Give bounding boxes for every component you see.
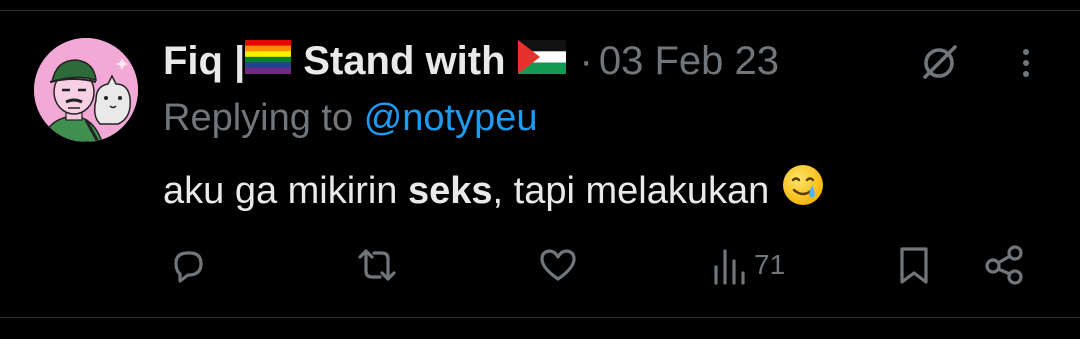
replying-to-handle[interactable]: @notypeu: [364, 97, 538, 139]
grok-icon[interactable]: [918, 42, 960, 84]
share-button[interactable]: [983, 240, 1027, 290]
top-divider: [0, 10, 1080, 11]
reply-icon: [166, 243, 210, 287]
more-vertical-icon[interactable]: [1010, 44, 1042, 82]
action-bar: 71: [0, 240, 1080, 290]
retweet-icon: [352, 243, 402, 287]
smiling-face-with-tear-emoji: [781, 163, 825, 219]
tweet-text-bold: seks: [407, 170, 493, 212]
bookmark-button[interactable]: [894, 240, 934, 290]
views-icon: [712, 243, 748, 287]
author-name-prefix: Fiq |: [163, 39, 246, 83]
like-button[interactable]: [536, 240, 580, 290]
tweet-text: aku ga mikirin seks, tapi melakukan: [163, 163, 825, 219]
tweet-text-before: aku ga mikirin: [163, 170, 408, 212]
views-button[interactable]: 71: [712, 240, 785, 290]
share-icon: [983, 243, 1027, 287]
rainbow-flag-icon: [245, 38, 292, 84]
replying-to-label: Replying to: [163, 97, 354, 139]
author-name-suffix: Stand with: [303, 39, 506, 83]
heart-icon: [536, 243, 580, 287]
replying-to: Replying to @notypeu: [163, 96, 538, 140]
avatar[interactable]: [34, 38, 138, 142]
bookmark-icon: [894, 243, 934, 287]
reply-button[interactable]: [166, 240, 210, 290]
bottom-divider: [0, 317, 1080, 318]
timestamp-separator: ·: [579, 39, 593, 83]
views-count: 71: [754, 249, 786, 280]
palestine-flag-icon: [517, 38, 566, 84]
timestamp[interactable]: 03 Feb 23: [599, 39, 779, 83]
tweet-text-after: , tapi melakukan: [492, 170, 770, 212]
timestamp-group: · 03 Feb 23: [580, 38, 779, 84]
retweet-button[interactable]: [352, 240, 402, 290]
tweet-header: Fiq | Stand with · 03 Feb 23: [163, 38, 779, 84]
author-name[interactable]: Fiq | Stand with: [163, 38, 566, 84]
